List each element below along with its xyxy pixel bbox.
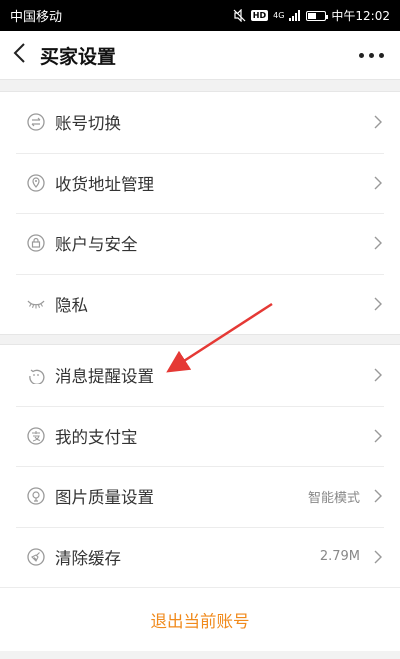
settings-row-alipay[interactable]: 我的支付宝 [0,405,400,467]
chevron-right-icon [370,428,386,444]
hd-badge: HD [250,10,269,21]
chevron-right-icon [370,488,386,504]
settings-row-label: 收货地址管理 [55,174,154,194]
settings-section-general: 消息提醒设置 我的支付宝 图片质量设置 智能模式 清除缓存 2.79M [0,345,400,587]
clock: 中午12:02 [331,9,390,23]
section-spacer [0,334,400,345]
settings-section-account: 账号切换 收货地址管理 账户与安全 隐私 [0,92,400,334]
network-label: 4G [273,11,285,20]
settings-row-label: 账户与安全 [55,235,138,255]
section-spacer [0,80,400,92]
settings-row-label: 隐私 [55,295,88,315]
back-arrow-icon[interactable] [12,42,26,68]
chevron-right-icon [370,114,386,130]
settings-row-label: 我的支付宝 [55,427,138,447]
nav-header: 买家设置 [0,31,400,80]
battery-icon [306,10,329,21]
location-pin-icon [26,173,46,193]
page-title: 买家设置 [40,45,117,68]
chevron-right-icon [370,367,386,383]
switch-account-icon [26,112,46,132]
settings-row-value: 智能模式 [307,490,360,506]
status-icons: HD 4G 中午12:02 [233,7,390,24]
image-quality-icon [26,486,46,506]
logout-label: 退出当前账号 [150,611,250,631]
logout-button[interactable]: 退出当前账号 [0,587,400,651]
eye-closed-icon [26,294,46,314]
lock-icon [26,233,46,253]
settings-row-label: 图片质量设置 [55,488,154,508]
settings-row-label: 消息提醒设置 [55,367,154,387]
more-options-icon[interactable] [357,47,386,64]
chevron-right-icon [370,175,386,191]
signal-icon [289,10,301,21]
mute-icon [233,9,246,22]
settings-row-label: 清除缓存 [55,548,121,568]
settings-row-clear-cache[interactable]: 清除缓存 2.79M [0,526,400,588]
settings-row-value: 2.79M [319,549,360,565]
chevron-right-icon [370,549,386,565]
message-bubble-icon [26,365,46,385]
settings-row-address[interactable]: 收货地址管理 [0,152,400,214]
status-bar: 中国移动 HD 4G 中午12:02 [0,0,400,31]
settings-row-security[interactable]: 账户与安全 [0,213,400,274]
settings-row-image-quality[interactable]: 图片质量设置 智能模式 [0,466,400,527]
chevron-right-icon [370,296,386,312]
settings-row-privacy[interactable]: 隐私 [0,273,400,335]
settings-row-label: 账号切换 [55,114,121,134]
chevron-right-icon [370,235,386,251]
carrier-label: 中国移动 [10,10,63,25]
broom-icon [26,547,46,567]
settings-row-notifications[interactable]: 消息提醒设置 [0,345,400,406]
settings-row-switch-account[interactable]: 账号切换 [0,92,400,153]
alipay-icon [26,426,46,446]
